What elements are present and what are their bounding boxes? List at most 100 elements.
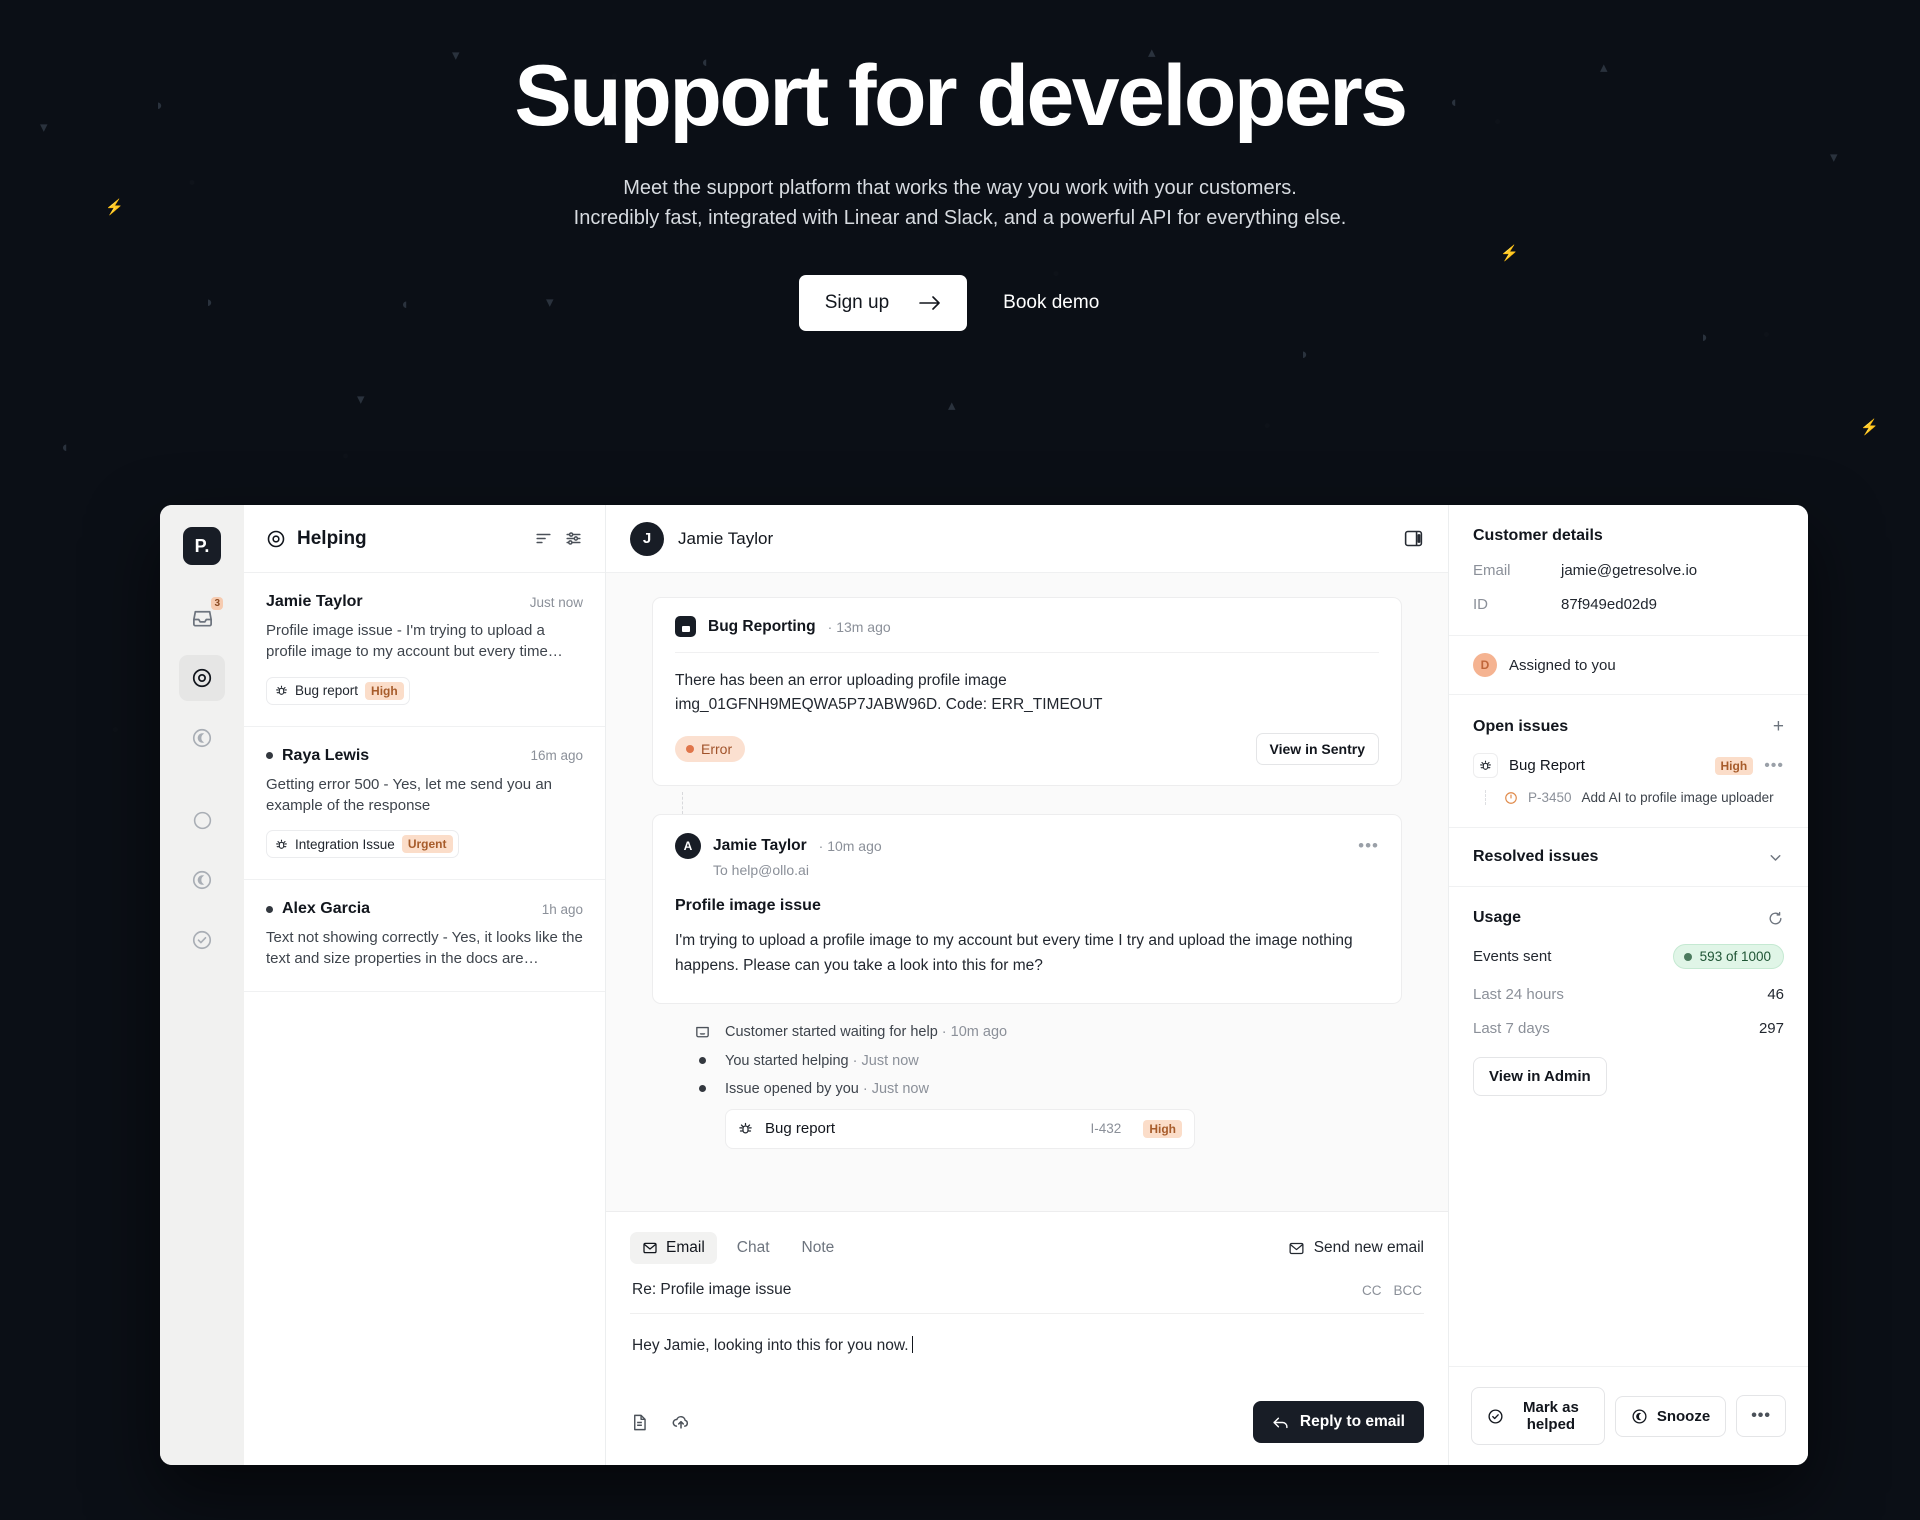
integration-card-footer: Error View in Sentry — [675, 733, 1379, 766]
integration-text-line1: There has been an error uploading profil… — [675, 672, 1007, 689]
integration-text-line2: img_01GFNH9MEQWA5P7JABW96D. Code: ERR_TI… — [675, 696, 1103, 714]
mark-as-helped-button[interactable]: Mark as helped — [1471, 1387, 1605, 1445]
add-issue-icon[interactable]: + — [1773, 717, 1784, 736]
details-footer-actions: Mark as helped Snooze ••• — [1449, 1366, 1808, 1465]
linked-issue-title: Add AI to profile image uploader — [1581, 790, 1774, 805]
conversation-tags: Integration Issue Urgent — [266, 830, 583, 859]
sidebar-item-waiting[interactable] — [179, 857, 225, 903]
bug-reporting-app-icon — [675, 616, 696, 637]
sort-icon[interactable] — [534, 529, 553, 548]
chevron-down-icon[interactable] — [1767, 849, 1784, 866]
target-icon — [266, 529, 286, 549]
issue-card-title: Bug report — [765, 1120, 836, 1138]
section-title: Resolved issues — [1473, 848, 1599, 865]
customer-details-panel: Customer details Email jamie@getresolve.… — [1448, 505, 1808, 1465]
section-title: Usage — [1473, 909, 1522, 926]
sign-up-button[interactable]: Sign up — [798, 274, 968, 331]
hero-section: Support for developers Meet the support … — [0, 0, 1920, 331]
inbox-icon — [191, 607, 214, 630]
reply-to-email-button[interactable]: Reply to email — [1252, 1401, 1424, 1443]
book-demo-button[interactable]: Book demo — [981, 275, 1121, 331]
snooze-label: Snooze — [1656, 1407, 1711, 1425]
thread-customer-name: Jamie Taylor — [678, 528, 774, 548]
view-in-sentry-button[interactable]: View in Sentry — [1255, 733, 1379, 766]
message-time: · 10m ago — [818, 838, 882, 855]
issue-row[interactable]: Bug Report High ••• — [1473, 753, 1784, 778]
linked-issue-row[interactable]: P-3450 Add AI to profile image uploader — [1485, 790, 1784, 805]
conversation-thread-panel: J Jamie Taylor Bug Reporting · 13m ago T… — [606, 505, 1448, 1465]
conversation-tag[interactable]: Integration Issue Urgent — [266, 830, 459, 859]
sidebar-item-inbox[interactable]: 3 — [179, 595, 225, 641]
tab-note[interactable]: Note — [790, 1232, 847, 1264]
message-header: A Jamie Taylor · 10m ago ••• — [675, 833, 1379, 860]
conversation-tag[interactable]: Bug report High — [266, 676, 410, 705]
usage-quota-badge: 593 of 1000 — [1672, 944, 1784, 969]
snooze-button[interactable]: Snooze — [1614, 1395, 1727, 1437]
message-more-icon[interactable]: ••• — [1358, 836, 1379, 856]
hero-cta-group: Sign up Book demo — [0, 274, 1920, 331]
toggle-details-panel-icon[interactable] — [1403, 528, 1424, 549]
list-item[interactable]: Jamie Taylor Just now Profile image issu… — [244, 573, 605, 727]
tag-label: Bug report — [295, 683, 359, 699]
resolved-issues-section[interactable]: Resolved issues — [1449, 828, 1808, 887]
list-item[interactable]: Alex Garcia 1h ago Text not showing corr… — [244, 880, 605, 992]
view-in-admin-button[interactable]: View in Admin — [1473, 1057, 1607, 1096]
open-issues-section: Open issues + Bug Report High ••• P-3450… — [1449, 695, 1808, 828]
inbox-unread-badge: 3 — [211, 597, 223, 610]
more-actions-button[interactable]: ••• — [1736, 1395, 1786, 1437]
cc-button[interactable]: CC — [1362, 1283, 1382, 1298]
tab-chat[interactable]: Chat — [725, 1232, 782, 1264]
composer-textarea[interactable]: Hey Jamie, looking into this for you now… — [630, 1314, 1424, 1355]
conversation-top-row: Raya Lewis 16m ago — [266, 747, 583, 765]
issue-card-id: I-432 — [1090, 1121, 1122, 1137]
conversation-tags: Bug report High — [266, 676, 583, 705]
conversation-sender: Raya Lewis — [282, 746, 370, 764]
usage-key: Events sent — [1473, 948, 1552, 965]
issue-more-icon[interactable]: ••• — [1764, 757, 1784, 775]
thread-event-log: Customer started waiting for help · 10m … — [652, 1010, 1402, 1149]
issue-name: Bug Report — [1509, 757, 1585, 774]
mail-icon — [642, 1240, 658, 1256]
sidebar-item-snoozed[interactable] — [179, 715, 225, 761]
customer-details-section: Customer details Email jamie@getresolve.… — [1449, 505, 1808, 636]
conversation-sender: Alex Garcia — [282, 900, 371, 918]
list-item[interactable]: Raya Lewis 16m ago Getting error 500 - Y… — [244, 727, 605, 881]
sidebar-item-helping[interactable] — [179, 655, 225, 701]
integration-text: There has been an error uploading profil… — [675, 669, 1379, 717]
bug-icon — [738, 1121, 753, 1136]
conversation-preview: Getting error 500 - Yes, let me send you… — [266, 775, 553, 814]
quota-dot-icon — [1683, 952, 1692, 961]
tab-email[interactable]: Email — [630, 1232, 717, 1264]
app-logo[interactable]: P. — [183, 527, 221, 565]
template-icon[interactable] — [630, 1413, 649, 1432]
sidebar-item-closed[interactable] — [179, 917, 225, 963]
bug-icon — [275, 838, 288, 851]
issue-card[interactable]: Bug report I-432 High — [725, 1108, 1195, 1149]
hero-subtitle-line2: Incredibly fast, integrated with Linear … — [573, 206, 1347, 229]
sidebar-item-unassigned[interactable] — [179, 797, 225, 843]
composer-subject[interactable]: Re: Profile image issue — [632, 1281, 1350, 1299]
timeline-event: You started helping · Just now — [694, 1053, 1402, 1069]
target-icon — [191, 667, 213, 689]
reply-arrow-icon — [1272, 1415, 1289, 1430]
thread-connector — [682, 792, 683, 815]
usage-row: Last 24 hours 46 — [1473, 986, 1784, 1003]
bcc-button[interactable]: BCC — [1393, 1283, 1422, 1298]
conversation-sender: Jamie Taylor — [266, 593, 363, 610]
detail-key: ID — [1473, 596, 1488, 613]
avatar: D — [1473, 653, 1497, 677]
composer-subject-row: Re: Profile image issue CC BCC — [630, 1264, 1424, 1314]
usage-key: Last 7 days — [1473, 1020, 1550, 1037]
refresh-icon[interactable] — [1767, 910, 1784, 927]
message-body: I'm trying to upload a profile image to … — [675, 932, 1353, 974]
conversation-list-header: Helping — [244, 505, 605, 573]
assignment-row[interactable]: D Assigned to you — [1449, 636, 1808, 695]
status-badge: Error — [675, 736, 746, 763]
avatar: J — [630, 521, 664, 556]
upload-icon[interactable] — [671, 1412, 691, 1432]
filter-icon[interactable] — [564, 529, 583, 548]
section-title: Customer details — [1473, 527, 1603, 544]
send-new-email-button[interactable]: Send new email — [1288, 1239, 1424, 1257]
conversation-top-row: Jamie Taylor Just now — [266, 593, 583, 611]
unread-dot — [266, 905, 273, 913]
